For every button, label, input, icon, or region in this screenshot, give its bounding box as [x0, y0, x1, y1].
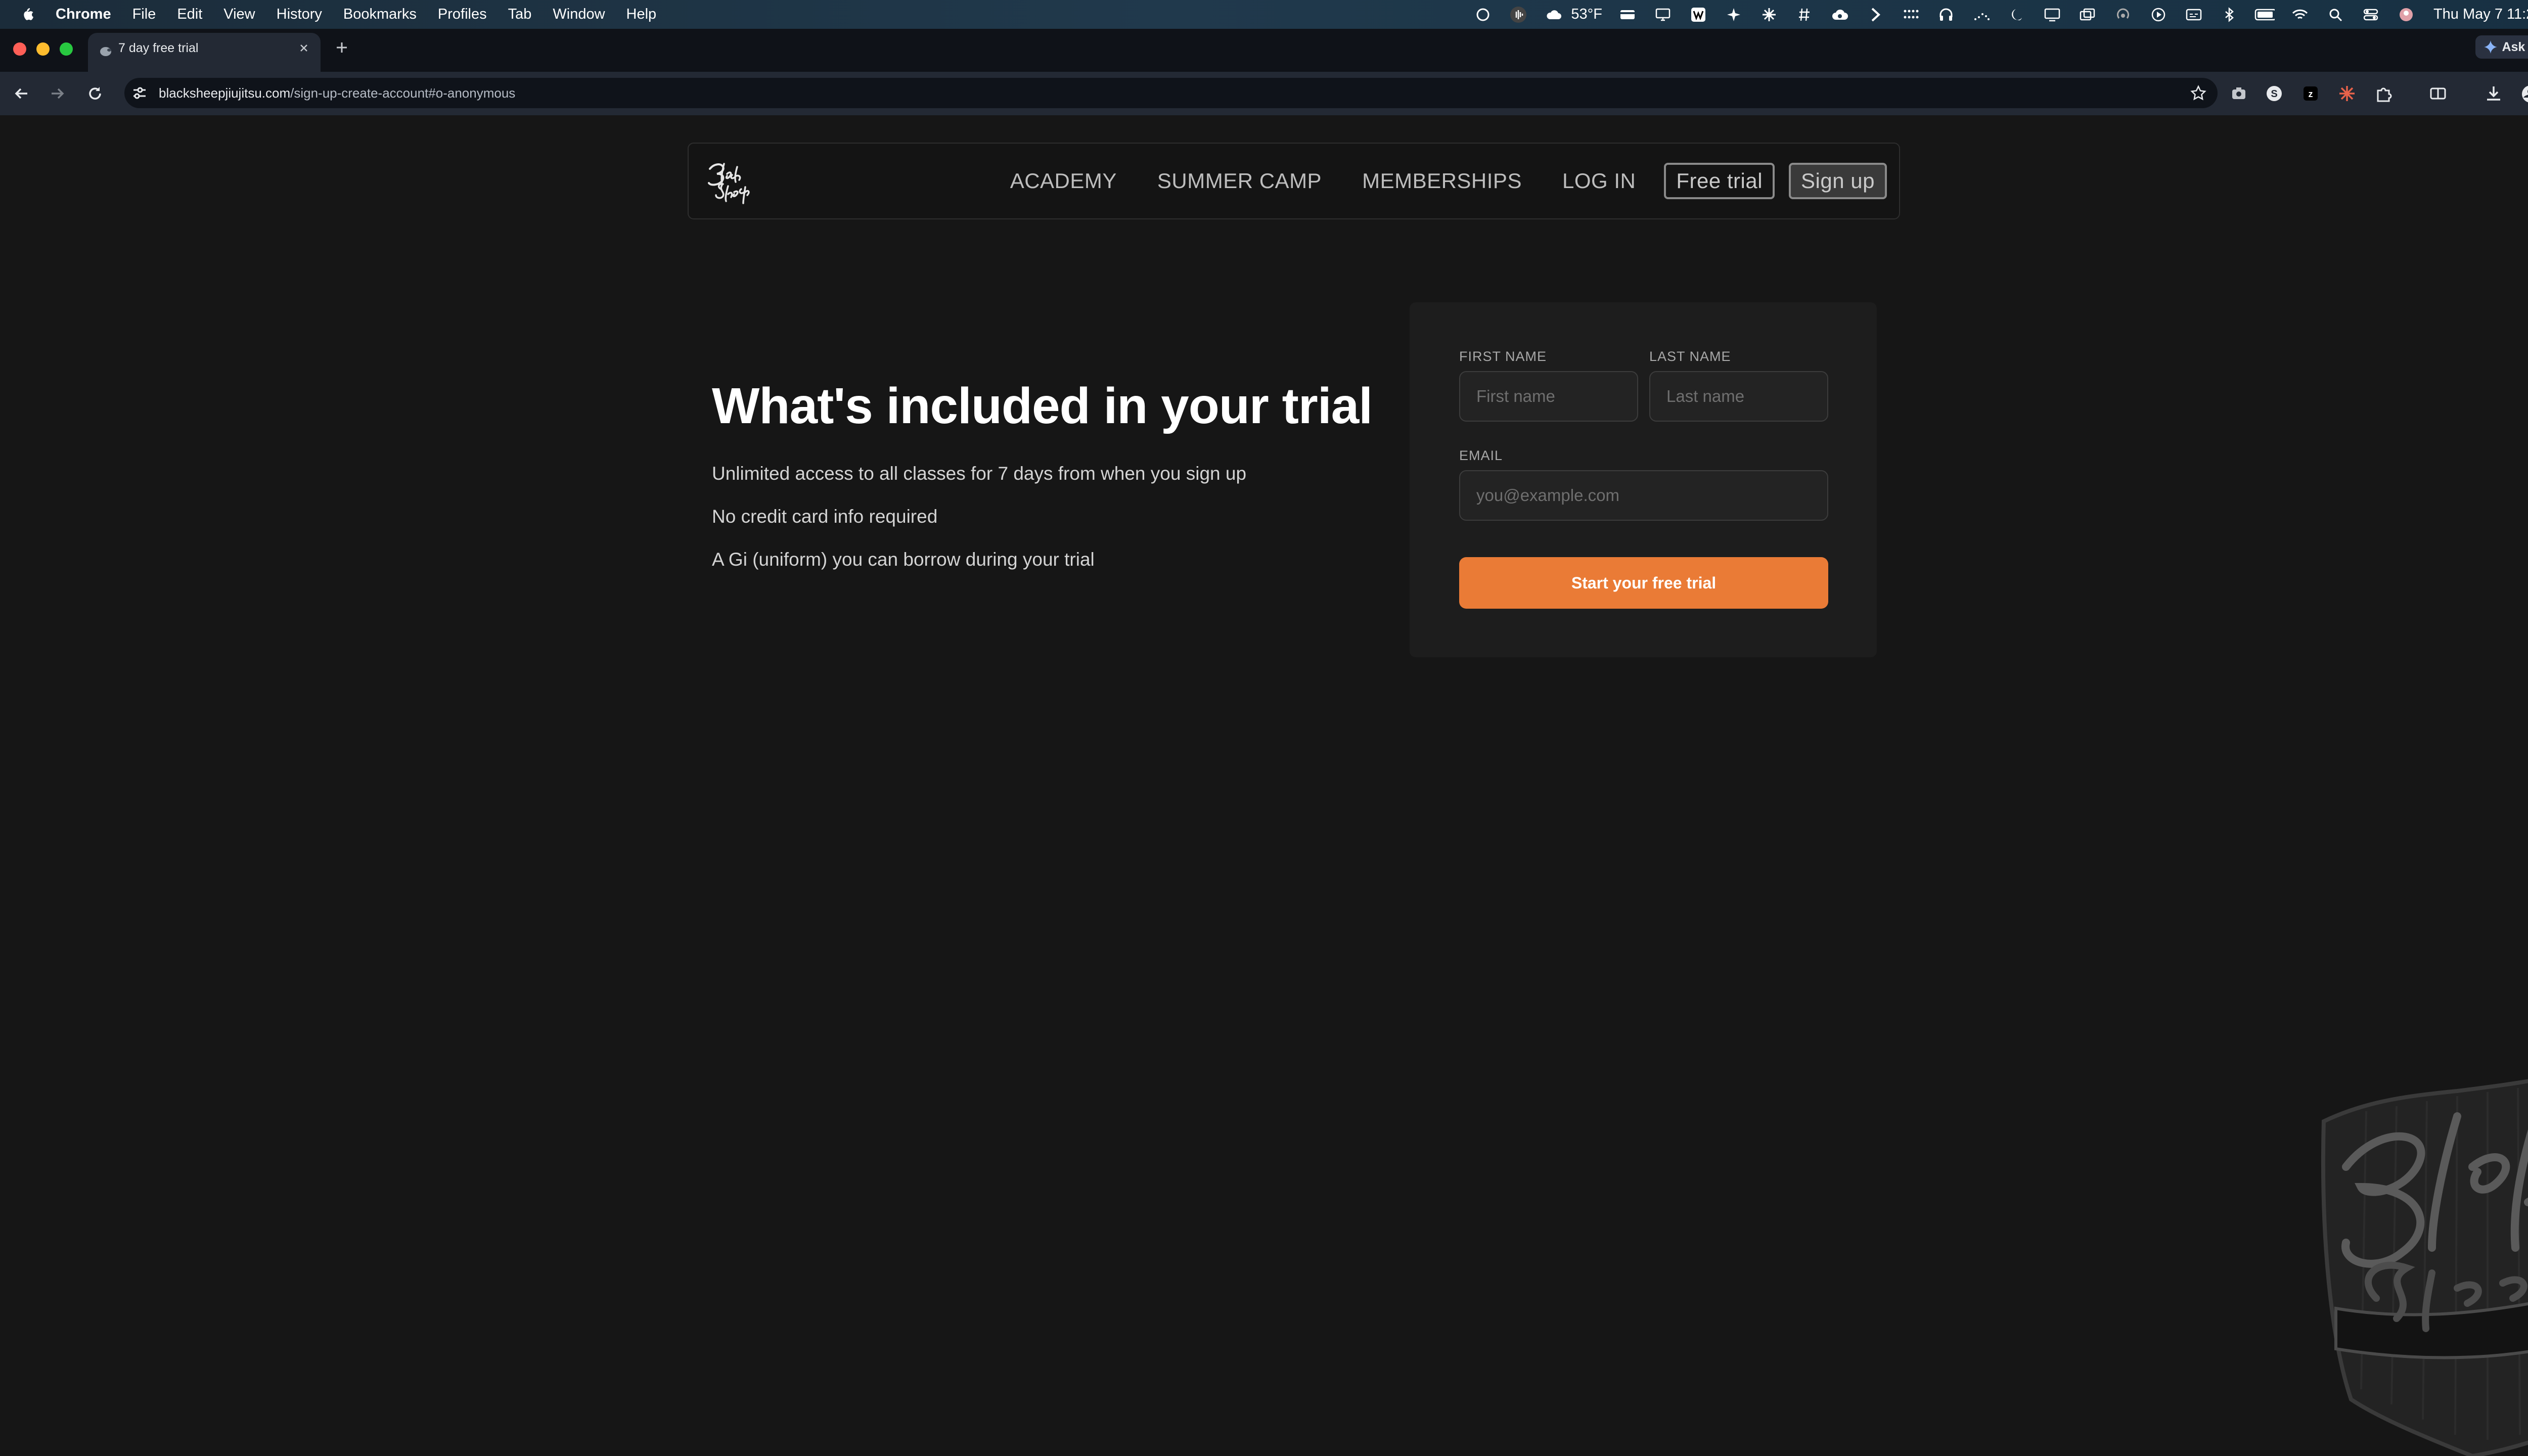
- window-minimize-button[interactable]: [36, 42, 50, 56]
- trial-info-section: What's included in your trial Unlimited …: [712, 378, 1373, 581]
- extensions-puzzle-icon[interactable]: [2374, 84, 2392, 103]
- trial-heading: What's included in your trial: [712, 378, 1373, 434]
- audio-waveform-icon[interactable]: [1508, 5, 1528, 25]
- apple-menu-icon[interactable]: [20, 6, 34, 22]
- url-path: /sign-up-create-account#o-anonymous: [290, 85, 516, 101]
- download-icon[interactable]: [2485, 84, 2503, 103]
- start-free-trial-button[interactable]: Start your free trial: [1459, 557, 1828, 609]
- ask-gemini-label: Ask Gemini: [2502, 40, 2528, 54]
- menu-profiles[interactable]: Profiles: [438, 6, 487, 23]
- menu-view[interactable]: View: [223, 6, 255, 23]
- hashtag-icon[interactable]: [1794, 5, 1815, 25]
- site-navigation: ACADEMY SUMMER CAMP MEMBERSHIPS LOG IN F…: [688, 143, 1900, 219]
- email-input[interactable]: [1459, 470, 1828, 521]
- address-url[interactable]: blacksheepjiujitsu.com/sign-up-create-ac…: [159, 78, 515, 108]
- new-tab-plus-icon[interactable]: [334, 39, 350, 56]
- trial-benefit-item: No credit card info required: [712, 506, 938, 527]
- sun-burst-icon[interactable]: [1759, 5, 1779, 25]
- signup-form-card: FIRST NAME LAST NAME EMAIL Start your fr…: [1410, 302, 1877, 657]
- menu-tab[interactable]: Tab: [508, 6, 532, 23]
- sparkle-icon[interactable]: [1724, 5, 1744, 25]
- screen-mirror-icon[interactable]: [2042, 5, 2062, 25]
- bookmark-star-icon[interactable]: [2190, 85, 2206, 101]
- weather-temperature[interactable]: 53°F: [1571, 6, 1602, 23]
- menu-help[interactable]: Help: [626, 6, 657, 23]
- browser-toolbar: blacksheepjiujitsu.com/sign-up-create-ac…: [0, 72, 2528, 116]
- ask-gemini-button[interactable]: Ask Gemini: [2475, 35, 2528, 59]
- web-page: ACADEMY SUMMER CAMP MEMBERSHIPS LOG IN F…: [0, 115, 2528, 1456]
- menu-window[interactable]: Window: [553, 6, 605, 23]
- sheep-favicon-icon: [99, 45, 112, 58]
- last-name-input[interactable]: [1649, 371, 1828, 422]
- weather-cloud-icon[interactable]: [1544, 5, 1564, 25]
- record-status-icon[interactable]: [1473, 5, 1493, 25]
- moon-icon[interactable]: [2007, 5, 2027, 25]
- svg-text:z: z: [2309, 89, 2313, 99]
- headphones-icon[interactable]: [1936, 5, 1956, 25]
- creative-cloud-icon[interactable]: [1830, 5, 1850, 25]
- browser-tab-active[interactable]: 7 day free trial: [88, 33, 321, 72]
- menu-app-name[interactable]: Chrome: [56, 6, 111, 23]
- nav-sign-up-button[interactable]: Sign up: [1789, 163, 1887, 199]
- first-name-input[interactable]: [1459, 371, 1638, 422]
- browser-tab-strip: 7 day free trial Ask Gemini: [0, 29, 2528, 72]
- spotlight-search-icon[interactable]: [2325, 5, 2345, 25]
- chevron-right-icon[interactable]: [1865, 5, 1885, 25]
- address-bar[interactable]: blacksheepjiujitsu.com/sign-up-create-ac…: [124, 78, 2218, 108]
- back-arrow-icon[interactable]: [12, 84, 30, 103]
- play-circle-icon[interactable]: [2148, 5, 2169, 25]
- airdrop-icon[interactable]: [2113, 5, 2133, 25]
- trial-benefits-list: Unlimited access to all classes for 7 da…: [712, 452, 1369, 581]
- vectorworks-icon[interactable]: [1688, 5, 1708, 25]
- window-close-button[interactable]: [13, 42, 26, 56]
- menu-file[interactable]: File: [132, 6, 156, 23]
- svg-text:S: S: [2271, 88, 2277, 100]
- nav-free-trial-button[interactable]: Free trial: [1664, 163, 1775, 199]
- display-message-icon[interactable]: [1653, 5, 1673, 25]
- forward-arrow-icon[interactable]: [49, 84, 67, 103]
- split-view-icon[interactable]: [2429, 84, 2447, 103]
- nav-memberships-link[interactable]: MEMBERSHIPS: [1362, 169, 1522, 193]
- window-zoom-button[interactable]: [60, 42, 73, 56]
- wifi-icon[interactable]: [2290, 5, 2310, 25]
- s-extension-icon[interactable]: S: [2265, 84, 2283, 103]
- last-name-label: LAST NAME: [1649, 349, 1731, 364]
- caption-icon[interactable]: [2184, 5, 2204, 25]
- menu-bookmarks[interactable]: Bookmarks: [343, 6, 417, 23]
- nav-summer-camp-link[interactable]: SUMMER CAMP: [1157, 169, 1322, 193]
- stats-dots-icon[interactable]: [1971, 5, 1992, 25]
- profile-avatar-icon[interactable]: [2521, 84, 2528, 103]
- burst-extension-icon[interactable]: [2338, 84, 2356, 103]
- nav-academy-link[interactable]: ACADEMY: [1010, 169, 1117, 193]
- tab-close-icon[interactable]: [297, 41, 310, 55]
- card-icon[interactable]: [1617, 5, 1638, 25]
- menu-edit[interactable]: Edit: [177, 6, 202, 23]
- gemini-spark-icon: [2484, 40, 2498, 54]
- user-avatar-icon[interactable]: [2396, 5, 2416, 25]
- tab-title: 7 day free trial: [118, 41, 199, 55]
- nav-login-link[interactable]: LOG IN: [1562, 169, 1636, 193]
- menubar-clock[interactable]: Thu May 7 11:21 PM: [2433, 6, 2528, 23]
- camera-extension-icon[interactable]: [2230, 84, 2248, 103]
- menu-history[interactable]: History: [277, 6, 322, 23]
- control-center-icon[interactable]: [2361, 5, 2381, 25]
- first-name-label: FIRST NAME: [1459, 349, 1547, 364]
- black-sheep-logo[interactable]: [701, 154, 756, 209]
- battery-icon[interactable]: [2254, 5, 2275, 25]
- site-settings-icon[interactable]: [131, 85, 148, 101]
- windows-icon[interactable]: [2078, 5, 2098, 25]
- url-host: blacksheepjiujitsu.com: [159, 85, 291, 101]
- trial-benefit-item: A Gi (uniform) you can borrow during you…: [712, 549, 1095, 570]
- email-label: EMAIL: [1459, 448, 1503, 463]
- black-sheep-jiu-jitsu-crest-icon: [2306, 1035, 2528, 1456]
- bluetooth-icon[interactable]: [2219, 5, 2239, 25]
- reload-icon[interactable]: [86, 84, 104, 103]
- z-extension-icon[interactable]: z: [2301, 84, 2320, 103]
- trial-benefit-item: Unlimited access to all classes for 7 da…: [712, 463, 1247, 484]
- grid-dots-icon[interactable]: [1901, 5, 1921, 25]
- macos-menu-bar: Chrome File Edit View History Bookmarks …: [0, 0, 2528, 29]
